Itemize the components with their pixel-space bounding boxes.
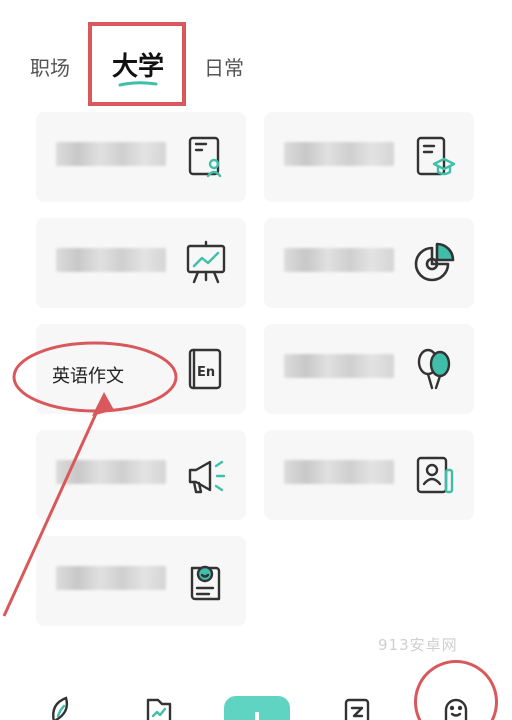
watermark: 913安卓网 bbox=[378, 636, 458, 654]
blurred-label bbox=[284, 460, 394, 484]
blurred-label bbox=[284, 354, 394, 378]
english-book-icon: En bbox=[184, 346, 228, 392]
template-card[interactable] bbox=[264, 324, 474, 414]
certificate-smile-icon bbox=[184, 558, 228, 604]
blurred-label bbox=[56, 142, 166, 166]
megaphone-icon bbox=[184, 452, 228, 498]
annotation-arrow bbox=[2, 392, 114, 617]
document-icon[interactable] bbox=[342, 694, 372, 720]
leaf-icon[interactable] bbox=[46, 694, 76, 720]
blurred-label bbox=[284, 248, 394, 272]
presentation-board-icon bbox=[184, 240, 228, 286]
graduation-document-icon bbox=[412, 134, 456, 180]
annotation-circle bbox=[414, 660, 498, 720]
balloons-icon bbox=[412, 346, 456, 392]
plus-icon[interactable] bbox=[224, 696, 290, 720]
tab-daily[interactable]: 日常 bbox=[204, 52, 244, 81]
chart-doc-icon[interactable] bbox=[144, 694, 174, 720]
resume-profile-icon bbox=[184, 134, 228, 180]
template-card[interactable] bbox=[36, 112, 246, 202]
annotation-highlight-box bbox=[88, 22, 186, 106]
template-card[interactable] bbox=[264, 430, 474, 520]
pie-chart-icon bbox=[412, 240, 456, 286]
template-card[interactable] bbox=[36, 218, 246, 308]
svg-text:En: En bbox=[197, 365, 215, 380]
tab-workplace[interactable]: 职场 bbox=[30, 52, 70, 81]
template-card[interactable] bbox=[264, 218, 474, 308]
tab-bar: 职场 大学 日常 bbox=[0, 0, 512, 110]
blurred-label bbox=[56, 248, 166, 272]
template-card[interactable] bbox=[264, 112, 474, 202]
blurred-label bbox=[284, 142, 394, 166]
id-card-icon bbox=[412, 452, 456, 498]
